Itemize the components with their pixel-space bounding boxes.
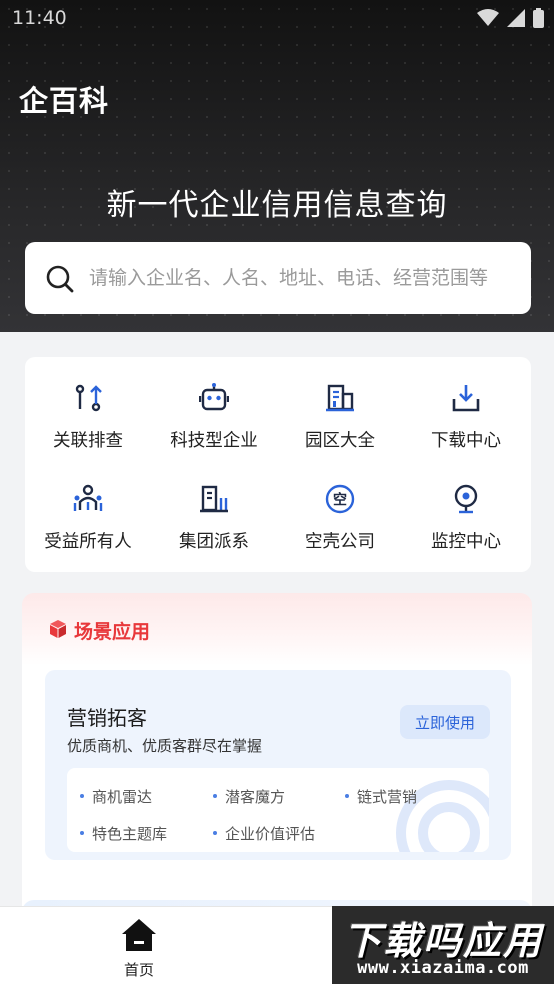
group-building-icon [200,485,228,513]
tool-tech-enterprise[interactable]: 科技型企业 [151,383,277,473]
feature-item[interactable]: 链式营销 [344,786,417,807]
tool-shell-company[interactable]: 空 空壳公司 [277,484,403,574]
tool-label: 科技型企业 [170,431,258,451]
app-brand-logo: 企百科 [19,84,110,118]
status-icons [477,8,544,28]
building-park-icon [326,384,354,412]
tool-label: 关联排查 [53,431,123,451]
nav-home-label: 首页 [123,961,154,979]
search-box[interactable] [25,242,531,314]
camera-monitor-icon [454,484,478,514]
scene-application-card: 场景应用 营销拓客 优质商机、优质客群尽在掌握 立即使用 商机雷达 潜客魔方 链… [22,593,532,923]
feature-item[interactable]: 潜客魔方 [212,786,285,807]
empty-shell-icon: 空 [325,484,355,514]
marketing-features: 商机雷达 潜客魔方 链式营销 特色主题库 企业价值评估 [67,768,489,852]
tool-label: 受益所有人 [44,532,132,552]
nav-home[interactable]: 首页 [104,917,174,979]
tools-grid-card: 关联排查 科技型企业 园区大全 下载中心 受益所有人 集团派系 空 空壳公司 监… [25,357,531,572]
feature-item[interactable]: 特色主题库 [79,823,167,844]
tool-link-trace[interactable]: 关联排查 [25,383,151,473]
feature-item[interactable]: 企业价值评估 [212,823,315,844]
hero-header: 11:40 企百科 新一代企业信用信息查询 [0,0,554,332]
tool-monitor-center[interactable]: 监控中心 [403,484,529,574]
tool-label: 空壳公司 [305,532,375,552]
link-trace-icon [75,384,102,412]
download-icon [452,385,480,412]
scene-title: 场景应用 [74,621,151,643]
tool-beneficiary[interactable]: 受益所有人 [25,484,151,574]
tool-label: 下载中心 [431,431,501,451]
promo-url: www.xiazaima.com [357,958,529,978]
tool-park[interactable]: 园区大全 [277,383,403,473]
cube-icon [50,620,66,638]
feature-item[interactable]: 商机雷达 [79,786,152,807]
tool-label: 集团派系 [179,532,249,552]
battery-icon [533,8,544,28]
wifi-icon [477,9,499,26]
tool-group[interactable]: 集团派系 [151,484,277,574]
home-icon [122,919,156,951]
beneficiary-people-icon [73,484,103,511]
tool-label: 监控中心 [431,532,501,552]
search-icon [46,265,74,293]
marketing-title: 营销拓客 [67,706,147,730]
tool-label: 园区大全 [305,431,375,451]
status-bar: 11:40 [0,0,554,38]
promo-watermark: 下载吗应用 www.xiazaima.com [332,906,554,984]
hero-headline: 新一代企业信用信息查询 [106,188,448,223]
signal-icon [507,9,525,27]
search-input[interactable] [89,260,519,296]
status-time: 11:40 [12,7,67,29]
svg-text:空: 空 [333,492,347,509]
tool-download-center[interactable]: 下载中心 [403,383,529,473]
promo-main-text: 下载吗应用 [342,919,543,963]
marketing-card[interactable]: 营销拓客 优质商机、优质客群尽在掌握 立即使用 商机雷达 潜客魔方 链式营销 特… [45,670,511,860]
use-now-button[interactable]: 立即使用 [400,705,490,739]
marketing-subtitle: 优质商机、优质客群尽在掌握 [67,737,263,755]
robot-icon [199,383,229,411]
